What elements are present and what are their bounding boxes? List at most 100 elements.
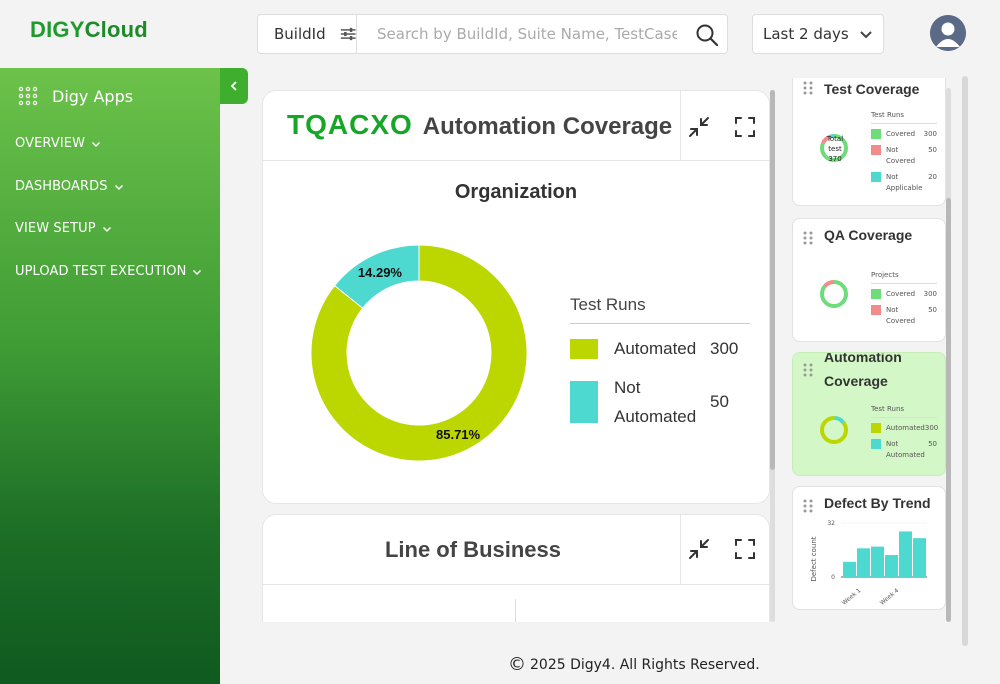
widget-list-scrollbar[interactable]: [946, 88, 951, 622]
sidebar-collapse-button[interactable]: [220, 68, 248, 104]
legend-swatch: [570, 338, 598, 359]
widget-legend-item: Covered 300: [871, 289, 937, 300]
widget-legend-item: Automated 300: [871, 423, 938, 434]
trend-bar[interactable]: [843, 561, 856, 577]
sidebar-item-label: VIEW SETUP: [15, 221, 96, 236]
footer-text: 2025 Digy4. All Rights Reserved.: [530, 656, 760, 673]
legend-value: 300: [923, 290, 937, 298]
legend-label: Automated: [614, 339, 697, 358]
chevron-down-icon: [193, 269, 202, 275]
footer: © 2025 Digy4. All Rights Reserved.: [508, 654, 760, 675]
top-bar: DIGYCloud BuildId Last 2 days: [0, 0, 1000, 68]
widget-list-scrollbar-thumb[interactable]: [946, 198, 951, 622]
legend-swatch: [871, 289, 881, 299]
legend-label: Not Covered: [886, 146, 916, 165]
sidebar-item-label: DASHBOARDS: [15, 179, 108, 194]
widget-legend-item: Not Covered 50: [871, 305, 937, 327]
drag-handle-icon[interactable]: [803, 81, 813, 95]
header-divider: [680, 515, 681, 585]
panel-clip-mask: [262, 622, 772, 636]
fullscreen-icon[interactable]: [733, 537, 757, 561]
drag-handle-icon[interactable]: [803, 231, 813, 245]
page-scrollbar[interactable]: [962, 76, 968, 646]
date-range-select[interactable]: Last 2 days: [752, 14, 884, 54]
search-input[interactable]: [357, 15, 677, 53]
widget-legend: Test Runs Automated 300 Not Automated 50: [871, 405, 938, 461]
y-tick-label: 0: [831, 574, 835, 581]
legend-item-automated[interactable]: Automated 300: [570, 334, 750, 363]
user-avatar[interactable]: [930, 15, 966, 51]
legend-label: Not Automated: [614, 378, 697, 426]
apps-grid-icon: [18, 86, 38, 106]
widget-list: Test Coverage Total test 370 Test Runs C…: [792, 78, 946, 634]
date-range-value: Last 2 days: [763, 25, 849, 43]
trend-bar[interactable]: [857, 548, 870, 577]
logo-text-digy: DIGY: [30, 17, 85, 42]
widget-donut-chart: [820, 416, 848, 444]
y-axis-label: Defect count: [810, 536, 818, 581]
drag-handle-icon[interactable]: [803, 499, 813, 513]
panel-title: TQACXO Automation Coverage: [287, 109, 672, 141]
sidebar-item-label: OVERVIEW: [15, 136, 86, 151]
chevron-down-icon: [92, 141, 101, 147]
main-scrollbar-thumb[interactable]: [770, 90, 775, 470]
widget-title: Automation Coverage: [824, 352, 902, 389]
donut-label-automated: 85.71%: [436, 427, 481, 442]
chart-legend: Test Runs Automated 300 Not Automated 50: [570, 295, 750, 431]
legend-swatch: [871, 439, 881, 449]
legend-swatch: [570, 381, 598, 423]
legend-label: Not Covered: [886, 306, 916, 325]
widget-legend-item: Covered 300: [871, 129, 937, 140]
widget-legend-title: Test Runs: [871, 111, 937, 124]
sidebar-item-upload-test-execution[interactable]: UPLOAD TEST EXECUTION: [15, 264, 202, 279]
widget-legend-title: Projects: [871, 271, 937, 284]
search-filter-button[interactable]: BuildId: [257, 14, 357, 54]
trend-bar[interactable]: [885, 555, 898, 577]
tqacxo-brand: TQACXO: [287, 109, 413, 140]
sidebar-item-dashboards[interactable]: DASHBOARDS: [15, 179, 124, 194]
digy-apps-menu[interactable]: Digy Apps: [18, 86, 133, 106]
trend-bar[interactable]: [899, 531, 912, 577]
widget-defect-by-trend[interactable]: Defect By Trend Defect count 32 0 Week 1…: [792, 486, 946, 610]
widget-qa-coverage[interactable]: QA Coverage Projects Covered 300 Not Cove…: [792, 218, 946, 342]
trend-bar[interactable]: [913, 538, 926, 577]
fullscreen-icon[interactable]: [733, 115, 757, 139]
panel-header: TQACXO Automation Coverage: [263, 91, 769, 161]
chart-subtitle: Organization: [454, 181, 578, 203]
legend-item-not-automated[interactable]: Not Automated 50: [570, 373, 750, 431]
legend-label: Covered: [886, 130, 916, 138]
widget-automation-coverage[interactable]: Automation Coverage Test Runs Automated 3…: [792, 352, 946, 476]
trend-bar[interactable]: [871, 546, 884, 577]
legend-swatch: [871, 423, 881, 433]
search-box: [357, 14, 728, 54]
minimize-icon[interactable]: [687, 115, 711, 139]
x-tick-label: Week 4: [879, 587, 901, 607]
widget-title: Defect By Trend: [824, 495, 931, 511]
copyright-icon: ©: [508, 654, 526, 675]
legend-value: 50: [928, 306, 937, 314]
legend-label: Not Automated: [886, 440, 925, 459]
panel-title-text: Automation Coverage: [422, 113, 673, 140]
legend-value: 50: [710, 392, 729, 411]
legend-value: 300: [923, 130, 937, 138]
automation-coverage-panel: TQACXO Automation Coverage Organization …: [262, 90, 770, 504]
widget-donut-chart: [820, 280, 848, 308]
sidebar-item-view-setup[interactable]: VIEW SETUP: [15, 221, 112, 236]
minimize-icon[interactable]: [687, 537, 711, 561]
sidebar-item-overview[interactable]: OVERVIEW: [15, 136, 101, 151]
legend-value: 20: [928, 173, 937, 181]
digy-cloud-logo[interactable]: DIGYCloud: [30, 17, 148, 43]
panel-title: Line of Business: [384, 537, 562, 562]
legend-label: Automated: [886, 424, 925, 432]
widget-title: Test Coverage: [824, 81, 920, 97]
search-icon[interactable]: [695, 23, 719, 47]
main-scrollbar[interactable]: [770, 90, 775, 622]
legend-value: 50: [928, 146, 937, 154]
logo-text-cloud: Cloud: [84, 17, 148, 42]
widget-legend-item: Not Applicable 20: [871, 172, 937, 194]
drag-handle-icon[interactable]: [803, 363, 813, 377]
widget-title: QA Coverage: [824, 227, 913, 243]
line-of-business-panel: Line of Business: [262, 514, 770, 634]
chevron-left-icon: [230, 81, 237, 91]
widget-test-coverage[interactable]: Test Coverage Total test 370 Test Runs C…: [792, 78, 946, 206]
